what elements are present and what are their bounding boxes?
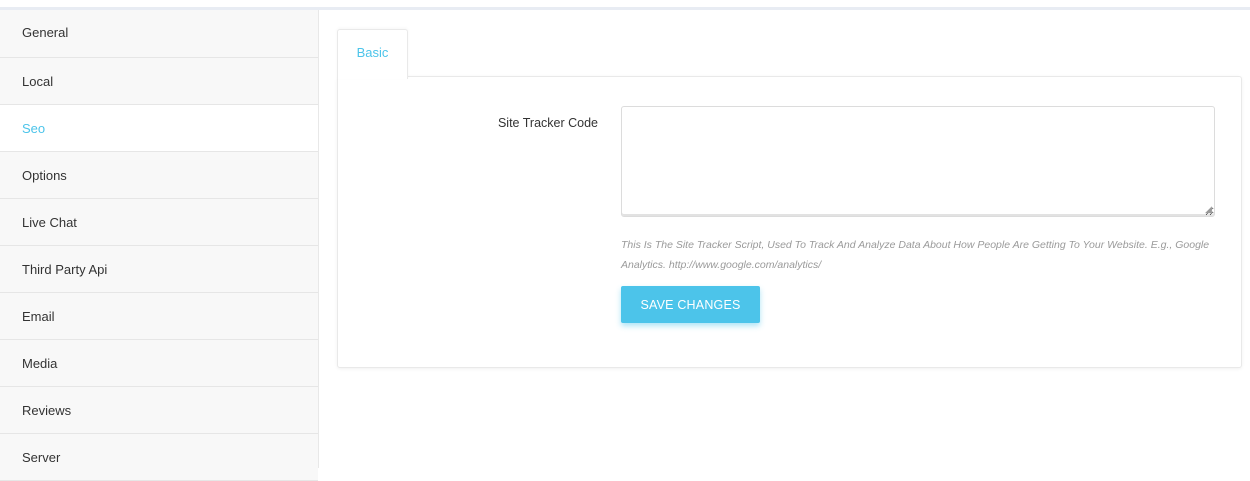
sidebar-item-live-chat[interactable]: Live Chat bbox=[0, 199, 318, 246]
sidebar-item-email[interactable]: Email bbox=[0, 293, 318, 340]
sidebar-item-server[interactable]: Server bbox=[0, 434, 318, 481]
sidebar-item-media[interactable]: Media bbox=[0, 340, 318, 387]
sidebar-item-reviews[interactable]: Reviews bbox=[0, 387, 318, 434]
settings-content: Basic Site Tracker Code ◢ This Is The Si… bbox=[319, 10, 1250, 468]
site-tracker-code-label: Site Tracker Code bbox=[497, 116, 598, 130]
sidebar-item-general[interactable]: General bbox=[0, 10, 318, 58]
settings-sidebar: General Local Seo Options Live Chat Thir… bbox=[0, 10, 319, 481]
sidebar-item-options[interactable]: Options bbox=[0, 152, 318, 199]
basic-settings-panel: Site Tracker Code ◢ This Is The Site Tra… bbox=[337, 76, 1242, 368]
sidebar-item-local[interactable]: Local bbox=[0, 58, 318, 105]
site-tracker-help-text: This Is The Site Tracker Script, Used To… bbox=[621, 239, 1210, 271]
tab-basic[interactable]: Basic bbox=[337, 29, 408, 79]
sidebar-item-seo[interactable]: Seo bbox=[0, 105, 318, 152]
sidebar-item-third-party-api[interactable]: Third Party Api bbox=[0, 246, 318, 293]
save-changes-button[interactable]: SAVE CHANGES bbox=[621, 286, 760, 323]
top-bar bbox=[0, 0, 1250, 10]
site-tracker-code-input[interactable] bbox=[621, 106, 1215, 217]
